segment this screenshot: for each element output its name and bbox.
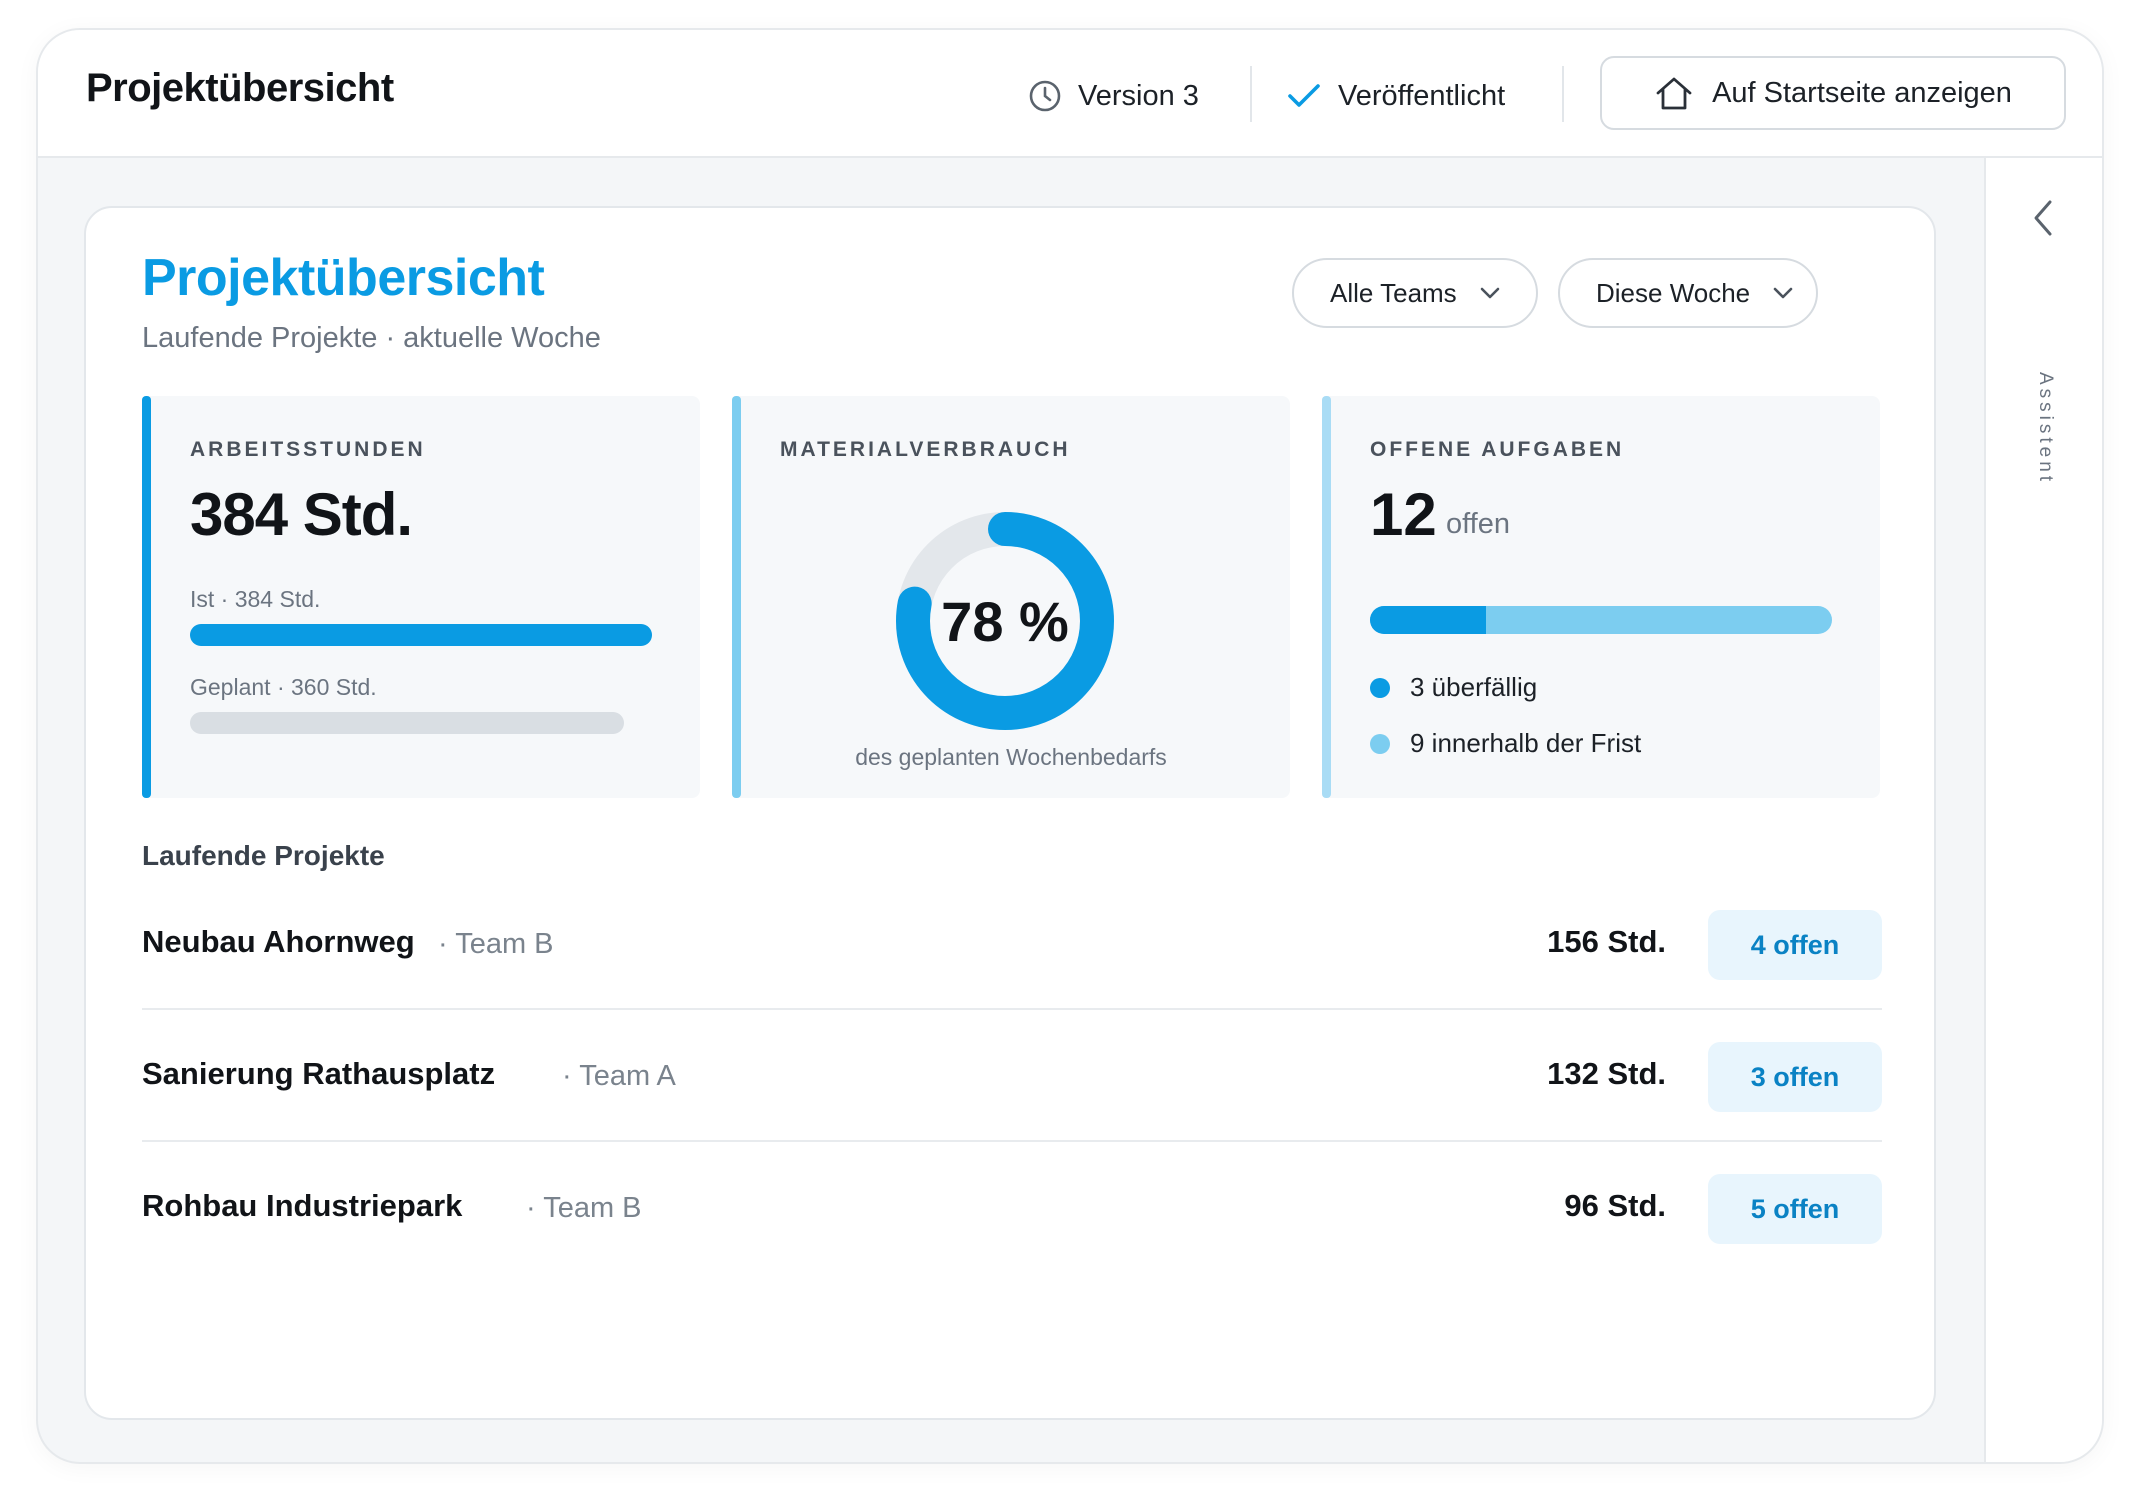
material-percent: 78 % <box>941 589 1069 653</box>
page-subtitle: Laufende Projekte · aktuelle Woche <box>142 322 601 354</box>
actual-hours-label: Ist · 384 Std. <box>190 586 321 612</box>
legend-on-time: 9 innerhalb der Frist <box>1370 728 1641 759</box>
kpi-working-hours: ARBEITSSTUNDEN 384 Std. Ist · 384 Std. G… <box>142 396 700 798</box>
planned-hours-bar <box>190 712 624 734</box>
kpi-label: ARBEITSSTUNDEN <box>190 438 426 461</box>
divider <box>1562 66 1564 122</box>
open-tasks-count: 12 <box>1370 481 1437 548</box>
show-on-homepage-label: Auf Startseite anzeigen <box>1712 76 2012 109</box>
kpi-label: OFFENE AUFGABEN <box>1370 438 1625 461</box>
project-hours: 132 Std. <box>1547 1056 1666 1091</box>
projects-section-heading: Laufende Projekte <box>142 840 385 871</box>
overdue-segment <box>1370 606 1486 634</box>
kpi-open-tasks: OFFENE AUFGABEN 12 offen 3 überfällig 9 … <box>1322 396 1880 798</box>
period-filter-value: Diese Woche <box>1596 277 1751 308</box>
project-row[interactable]: Sanierung Rathausplatz · Team A 132 Std.… <box>142 1010 1882 1142</box>
team-filter-value: Alle Teams <box>1330 277 1457 308</box>
publish-status-label: Veröffentlicht <box>1338 79 1506 112</box>
assistant-toggle[interactable] <box>2030 198 2056 243</box>
open-tasks-badge[interactable]: 5 offen <box>1708 1174 1882 1244</box>
kpi-accent-bar <box>1322 396 1331 798</box>
chevron-down-icon <box>1773 287 1793 299</box>
chevron-down-icon <box>1480 287 1499 299</box>
chevron-left-icon <box>2034 200 2052 236</box>
publish-status: Veröffentlicht <box>1286 74 1505 118</box>
clock-icon <box>1029 80 1061 112</box>
assistant-label: Assistent <box>2035 372 2056 486</box>
legend-dot <box>1370 677 1390 698</box>
project-hours: 156 Std. <box>1547 924 1666 959</box>
show-on-homepage-button[interactable]: Auf Startseite anzeigen <box>1600 56 2066 130</box>
team-filter-dropdown[interactable]: Alle Teams <box>1292 258 1538 328</box>
dashboard-card: Projektübersicht Laufende Projekte · akt… <box>84 206 1936 1420</box>
project-name: Rohbau Industriepark <box>142 1188 463 1223</box>
divider <box>1250 66 1252 122</box>
project-row[interactable]: Neubau Ahornweg · Team B 156 Std. 4 offe… <box>142 878 1882 1010</box>
check-icon <box>1288 84 1320 107</box>
actual-hours-bar <box>190 624 652 646</box>
project-name: Sanierung Rathausplatz <box>142 1056 496 1091</box>
app-title: Projektübersicht <box>86 66 394 110</box>
material-caption: des geplanten Wochenbedarfs <box>855 744 1167 770</box>
top-bar: Projektübersicht Version 3 Veröffentlich… <box>38 30 2102 158</box>
kpi-accent-bar <box>142 396 151 798</box>
project-name: Neubau Ahornweg <box>142 924 415 959</box>
task-split-bar <box>1370 606 1832 634</box>
project-team: · Team B <box>438 928 554 960</box>
home-icon <box>1656 77 1692 110</box>
legend-dot <box>1370 733 1390 754</box>
planned-hours-label: Geplant · 360 Std. <box>190 674 377 700</box>
open-tasks-badge[interactable]: 3 offen <box>1708 1042 1882 1112</box>
version-indicator[interactable]: Version 3 <box>1028 74 1199 118</box>
hours-value: 384 Std. <box>190 481 413 548</box>
open-tasks-badge[interactable]: 4 offen <box>1708 910 1882 980</box>
period-filter-dropdown[interactable]: Diese Woche <box>1558 258 1818 328</box>
project-team: · Team B <box>526 1192 642 1224</box>
version-label: Version 3 <box>1078 79 1199 112</box>
legend-overdue: 3 überfällig <box>1370 672 1537 703</box>
project-team: · Team A <box>562 1060 676 1092</box>
legend-on-time-label: 9 innerhalb der Frist <box>1410 728 1642 758</box>
kpi-label: MATERIALVERBRAUCH <box>780 438 1071 461</box>
kpi-accent-bar <box>732 396 741 798</box>
app-window: Projektübersicht Version 3 Veröffentlich… <box>36 28 2104 1464</box>
project-hours: 96 Std. <box>1564 1188 1666 1223</box>
page-title: Projektübersicht <box>142 249 545 307</box>
legend-overdue-label: 3 überfällig <box>1410 672 1538 702</box>
assistant-panel: Assistent <box>1984 158 2102 1462</box>
kpi-material-usage: MATERIALVERBRAUCH 78 % des geplanten Woc… <box>732 396 1290 798</box>
open-tasks-unit: offen <box>1446 508 1510 540</box>
project-row[interactable]: Rohbau Industriepark · Team B 96 Std. 5 … <box>142 1142 1882 1274</box>
